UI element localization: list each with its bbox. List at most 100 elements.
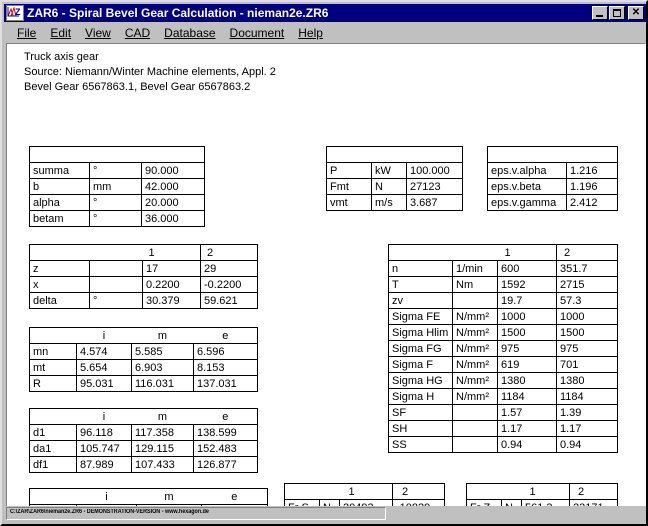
table-row: eps.v.beta 1.196	[487, 178, 618, 195]
row-value-1: 19.7	[497, 292, 557, 309]
row-unit: N/mm²	[452, 356, 498, 373]
column-header-e: e	[201, 488, 268, 505]
table-header-row: i m e	[29, 327, 258, 344]
table-row: d1 96.118 117.358 138.599	[29, 424, 258, 441]
row-label: P	[326, 162, 372, 179]
row-label: Sigma F	[388, 356, 453, 373]
row-label: x	[29, 276, 90, 293]
row-label: delta	[29, 292, 90, 309]
header-cell-blank-2	[89, 146, 142, 163]
table-row: vmt m/s 3.687	[326, 194, 463, 211]
status-bar-text: C:\ZAR\ZAR6\nieman2e.ZR6 - DEMONSTRATION…	[10, 509, 209, 515]
header-cell-blank-1	[284, 483, 320, 500]
table-row: SH 1.17 1.17	[388, 420, 618, 437]
header-cell-blank-1	[29, 146, 90, 163]
table-row: n 1/min 600 351.7	[388, 260, 618, 277]
status-bar-panel: C:\ZAR\ZAR6\nieman2e.ZR6 - DEMONSTRATION…	[6, 507, 386, 520]
row-label: n	[388, 260, 453, 277]
row-unit: °	[89, 194, 142, 211]
minimize-button[interactable]	[592, 6, 608, 20]
table-row: df1 87.989 107.433 126.877	[29, 456, 258, 473]
maximize-button[interactable]	[609, 6, 625, 20]
row-unit: Nm	[452, 276, 498, 293]
contact-ratio-table: eps.v.alpha 1.216 eps.v.beta 1.196 eps.v…	[487, 146, 618, 211]
table-row: Sigma F N/mm² 619 701	[388, 356, 618, 373]
column-header-1: 1	[142, 244, 201, 261]
table-row: Sigma FG N/mm² 975 975	[388, 340, 618, 357]
menu-item-cad[interactable]: CAD	[118, 25, 157, 41]
application-window: Z ZAR6 - Spiral Bevel Gear Calculation -…	[0, 0, 648, 526]
zar6-app-icon: Z	[6, 5, 24, 21]
row-unit: kW	[371, 162, 407, 179]
row-label: eps.v.alpha	[487, 162, 567, 179]
row-value-2: 1.17	[556, 420, 618, 437]
report-header-line-1: Truck axis gear	[24, 51, 99, 63]
table-header-row: 1 2	[466, 483, 618, 500]
header-cell-blank-3	[406, 146, 463, 163]
row-label: SS	[388, 436, 453, 453]
header-cell-blank-1	[487, 146, 567, 163]
row-value-1: 1500	[497, 324, 557, 341]
header-cell-blank-1	[326, 146, 372, 163]
row-value-2: 29	[200, 260, 258, 277]
menu-item-view[interactable]: View	[78, 25, 118, 41]
row-value: 42.000	[141, 178, 205, 195]
menu-item-edit[interactable]: Edit	[43, 25, 78, 41]
row-value-1: 1184	[497, 388, 557, 405]
row-label: summa	[29, 162, 90, 179]
row-label: T	[388, 276, 453, 293]
column-header-e: e	[193, 408, 258, 425]
row-unit	[89, 276, 143, 293]
row-value-m: 116.031	[131, 375, 194, 392]
row-label: b	[29, 178, 90, 195]
row-value-1: 600	[497, 260, 557, 277]
row-label: zv	[388, 292, 453, 309]
row-value-1: 1380	[497, 372, 557, 389]
row-label: eps.v.beta	[487, 178, 567, 195]
table-header-row: 1 2	[388, 244, 618, 261]
table-row: T Nm 1592 2715	[388, 276, 618, 293]
row-value: 1.216	[566, 162, 618, 179]
menu-item-file[interactable]: File	[10, 25, 43, 41]
menu-item-help[interactable]: Help	[291, 25, 330, 41]
row-value-1: 1592	[497, 276, 557, 293]
table-row: mt 5.654 6.903 8.153	[29, 359, 258, 376]
module-table: i m e mn 4.574 5.585 6.596 mt 5.654 6.90…	[29, 327, 258, 392]
close-button[interactable]: ✕	[628, 6, 644, 20]
row-value: 1.196	[566, 178, 618, 195]
row-label: mn	[29, 343, 77, 360]
header-cell-blank-1	[29, 408, 77, 425]
table-row: x 0.2200 -0.2200	[29, 276, 258, 293]
row-value-i: 87.989	[76, 456, 132, 473]
row-value-2: 1184	[556, 388, 618, 405]
row-value-1: 0.2200	[142, 276, 201, 293]
menu-item-document[interactable]: Document	[223, 25, 292, 41]
row-unit: °	[89, 292, 143, 309]
column-header-2: 2	[569, 483, 618, 500]
row-label: Sigma Hlim	[388, 324, 453, 341]
column-header-1: 1	[521, 483, 570, 500]
menu-item-database[interactable]: Database	[157, 25, 222, 41]
row-unit	[89, 260, 143, 277]
row-unit: N/mm²	[452, 340, 498, 357]
row-label: eps.v.gamma	[487, 194, 567, 211]
report-header: Truck axis gear Source: Niemann/Winter M…	[24, 50, 276, 95]
row-label: d1	[29, 424, 77, 441]
column-header-e: e	[193, 327, 258, 344]
table-row: zv 19.7 57.3	[388, 292, 618, 309]
row-unit: N	[371, 178, 407, 195]
table-row: SF 1.57 1.39	[388, 404, 618, 421]
title-bar[interactable]: Z ZAR6 - Spiral Bevel Gear Calculation -…	[4, 4, 646, 22]
row-value: 100.000	[406, 162, 463, 179]
row-label: alpha	[29, 194, 90, 211]
header-cell-blank-2	[566, 146, 618, 163]
row-value: 90.000	[141, 162, 205, 179]
table-row: Sigma H N/mm² 1184 1184	[388, 388, 618, 405]
table-row: betam ° 36.000	[29, 210, 205, 227]
row-value-e: 138.599	[193, 424, 258, 441]
row-value-2: 1000	[556, 308, 618, 325]
row-label: Sigma FE	[388, 308, 453, 325]
maximize-icon	[613, 9, 621, 17]
table-row: eps.v.alpha 1.216	[487, 162, 618, 179]
row-unit: N/mm²	[452, 324, 498, 341]
